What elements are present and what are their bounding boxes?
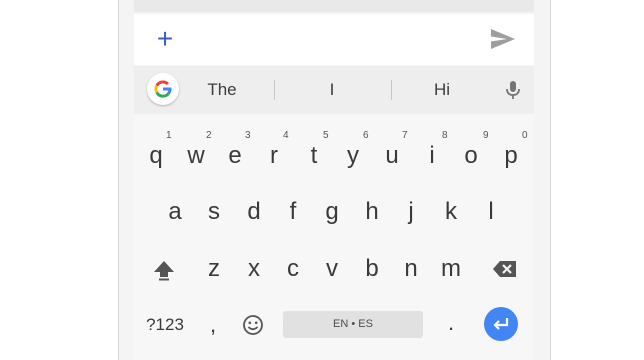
emoji-icon <box>243 315 263 335</box>
key-hint: 8 <box>442 130 448 141</box>
key-v[interactable]: v <box>312 241 352 293</box>
suggestion-3[interactable]: Hi <box>412 66 472 114</box>
key-z[interactable]: z <box>194 241 234 293</box>
key-d[interactable]: d <box>234 184 274 236</box>
backspace-key[interactable] <box>484 255 524 285</box>
google-search-button[interactable] <box>147 73 179 105</box>
key-c[interactable]: c <box>273 241 313 293</box>
key-hint: 9 <box>483 130 489 141</box>
key-m[interactable]: m <box>431 241 471 293</box>
mic-icon <box>506 81 520 99</box>
key-hint: 0 <box>522 130 528 141</box>
shift-key[interactable] <box>144 255 184 285</box>
send-button[interactable] <box>488 25 518 53</box>
key-label: w <box>187 142 205 169</box>
space-bar[interactable]: EN • ES <box>283 311 423 338</box>
key-label: q <box>149 142 163 169</box>
key-label: o <box>464 142 478 169</box>
key-label: e <box>228 142 242 169</box>
period-key[interactable]: . <box>438 306 464 340</box>
key-hint: 7 <box>402 130 408 141</box>
backspace-icon <box>493 261 516 277</box>
compose-bar: + <box>134 14 534 65</box>
suggestion-1[interactable]: The <box>192 66 252 114</box>
message-list-edge <box>134 0 534 12</box>
key-a[interactable]: a <box>155 184 195 236</box>
google-g-icon <box>154 80 172 98</box>
suggestion-divider <box>274 80 275 100</box>
key-label: p <box>504 142 518 169</box>
suggestion-2[interactable]: I <box>302 66 362 114</box>
key-label: i <box>429 142 435 169</box>
add-attachment-button[interactable]: + <box>153 23 177 55</box>
symbols-key[interactable]: ?123 <box>140 310 190 340</box>
enter-icon <box>493 318 509 330</box>
shift-icon <box>154 261 174 281</box>
key-label: y <box>347 142 359 169</box>
key-hint: 3 <box>245 130 251 141</box>
key-s[interactable]: s <box>194 184 234 236</box>
comma-key[interactable]: , <box>200 308 226 342</box>
emoji-key[interactable] <box>241 313 265 337</box>
key-hint: 4 <box>283 130 289 141</box>
key-hint: 6 <box>363 130 369 141</box>
key-hint: 2 <box>206 130 212 141</box>
suggestion-divider <box>391 80 392 100</box>
key-h[interactable]: h <box>352 184 392 236</box>
key-hint: 1 <box>166 130 172 141</box>
voice-input-button[interactable] <box>504 79 522 101</box>
key-l[interactable]: l <box>471 184 511 236</box>
key-n[interactable]: n <box>391 241 431 293</box>
key-x[interactable]: x <box>234 241 274 293</box>
key-j[interactable]: j <box>391 184 431 236</box>
enter-key[interactable] <box>484 307 518 341</box>
key-hint: 5 <box>323 130 329 141</box>
keyboard: q 1 w 2 e 3 r 4 t 5 y 6 u 7 i 8 o 9 p 0 … <box>134 114 534 360</box>
key-label: r <box>270 142 278 169</box>
key-label: t <box>310 142 318 169</box>
key-f[interactable]: f <box>273 184 313 236</box>
send-icon <box>491 29 515 49</box>
key-g[interactable]: g <box>312 184 352 236</box>
key-k[interactable]: k <box>431 184 471 236</box>
key-b[interactable]: b <box>352 241 392 293</box>
suggestion-strip: The I Hi <box>134 66 534 114</box>
key-label: u <box>385 142 399 169</box>
